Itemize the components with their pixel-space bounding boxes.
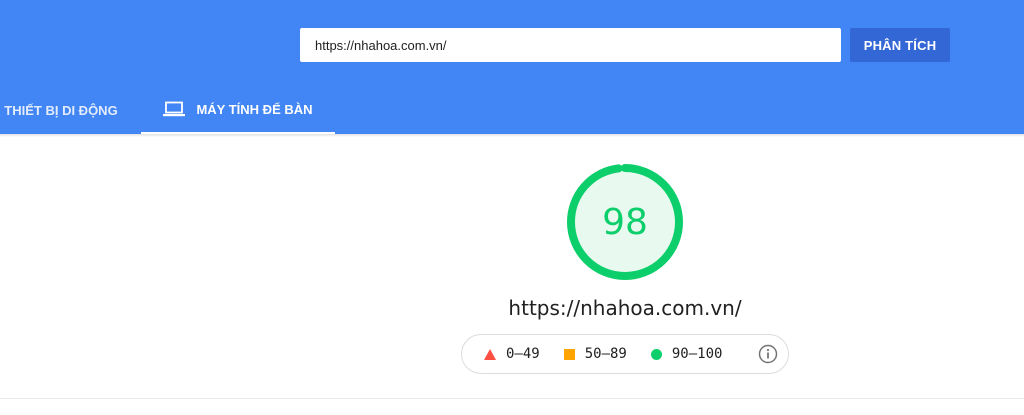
square-icon [563, 348, 575, 360]
tab-mobile-label: THIẾT BỊ DI ĐỘNG [4, 102, 118, 118]
url-input[interactable] [300, 28, 841, 62]
tab-desktop-label: MÁY TÍNH ĐỂ BÀN [196, 101, 313, 117]
header-shadow [0, 134, 1024, 137]
legend-item-good: 90–100 [650, 346, 723, 362]
analyze-button[interactable]: PHÂN TÍCH [850, 28, 950, 62]
performance-score: 98 [602, 201, 648, 243]
legend-item-poor: 0–49 [484, 346, 540, 362]
legend-item-average: 50–89 [563, 346, 627, 362]
legend-label-poor: 0–49 [506, 346, 540, 362]
legend-label-good: 90–100 [671, 346, 723, 362]
section-divider [0, 398, 1024, 399]
triangle-icon [484, 348, 496, 360]
tab-desktop[interactable]: MÁY TÍNH ĐỂ BÀN [141, 86, 335, 134]
circle-icon [650, 348, 662, 360]
score-legend: 0–49 50–89 90–100 [461, 334, 789, 374]
header-bar: PHÂN TÍCH THIẾT BỊ DI ĐỘNG MÁY TÍNH ĐỂ B… [0, 0, 1024, 134]
desktop-icon [163, 101, 186, 117]
analyzed-url: https://nhahoa.com.vn/ [508, 296, 742, 320]
tab-mobile[interactable]: THIẾT BỊ DI ĐỘNG [0, 86, 122, 134]
legend-label-average: 50–89 [584, 346, 627, 362]
info-icon[interactable] [758, 344, 778, 364]
